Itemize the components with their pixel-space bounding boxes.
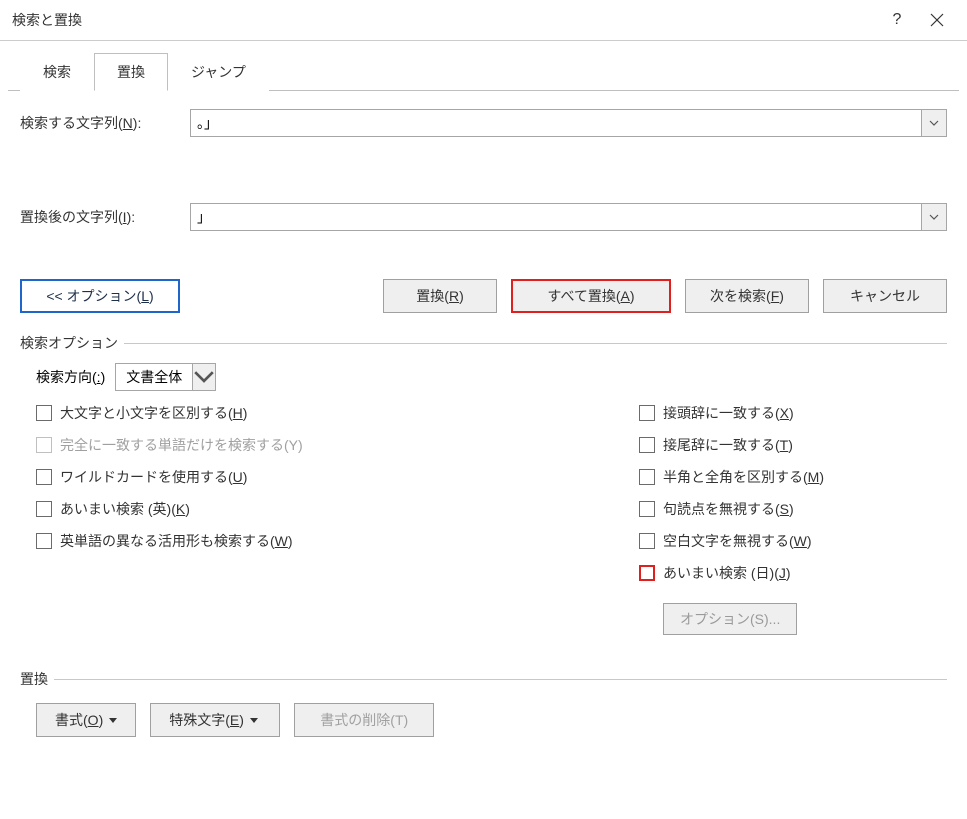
main-button-row: << オプション(L) 置換(R) すべて置換(A) 次を検索(F) キャンセル bbox=[8, 237, 959, 327]
checkbox-icon bbox=[36, 533, 52, 549]
direction-select[interactable]: 文書全体 bbox=[115, 363, 216, 391]
checkbox-icon bbox=[639, 437, 655, 453]
replace-input[interactable] bbox=[190, 203, 921, 231]
tab-replace[interactable]: 置換 bbox=[94, 53, 168, 91]
window-title: 検索と置換 bbox=[12, 10, 877, 30]
titlebar-divider bbox=[0, 40, 967, 41]
search-options-group: 検索オプション 検索方向(:) 文書全体 大文字と小文字を区別する(H) 完全に… bbox=[20, 333, 947, 641]
direction-value: 文書全体 bbox=[115, 363, 192, 391]
chevron-down-icon bbox=[929, 214, 939, 220]
replace-group: 置換 書式(O) 特殊文字(E) 書式の削除(T) bbox=[20, 669, 947, 737]
find-dropdown[interactable] bbox=[921, 109, 947, 137]
wildcards-checkbox[interactable]: ワイルドカードを使用する(U) bbox=[36, 467, 303, 487]
replace-dropdown[interactable] bbox=[921, 203, 947, 231]
options-right-column: 接頭辞に一致する(X) 接尾辞に一致する(T) 半角と全角を区別する(M) 句読… bbox=[639, 403, 939, 635]
match-prefix-checkbox[interactable]: 接頭辞に一致する(X) bbox=[639, 403, 939, 423]
checkbox-icon bbox=[639, 565, 655, 581]
word-forms-checkbox[interactable]: 英単語の異なる活用形も検索する(W) bbox=[36, 531, 303, 551]
chevron-down-icon bbox=[109, 718, 117, 723]
tab-jump[interactable]: ジャンプ bbox=[168, 53, 269, 91]
tab-strip: 検索 置換 ジャンプ bbox=[20, 53, 959, 91]
checkbox-icon bbox=[639, 533, 655, 549]
options-left-column: 大文字と小文字を区別する(H) 完全に一致する単語だけを検索する(Y) ワイルド… bbox=[36, 403, 303, 635]
format-button[interactable]: 書式(O) bbox=[36, 703, 136, 737]
whole-words-checkbox: 完全に一致する単語だけを検索する(Y) bbox=[36, 435, 303, 455]
sounds-like-jp-checkbox[interactable]: あいまい検索 (日)(J) bbox=[639, 563, 939, 583]
checkbox-icon bbox=[36, 469, 52, 485]
checkbox-icon bbox=[639, 405, 655, 421]
replace-row: 置換後の文字列(I): bbox=[20, 203, 947, 231]
help-button[interactable]: ? bbox=[877, 0, 917, 40]
replace-button[interactable]: 置換(R) bbox=[383, 279, 497, 313]
direction-row: 検索方向(:) 文書全体 bbox=[36, 363, 939, 391]
match-case-checkbox[interactable]: 大文字と小文字を区別する(H) bbox=[36, 403, 303, 423]
cancel-button[interactable]: キャンセル bbox=[823, 279, 947, 313]
checkbox-icon bbox=[36, 437, 52, 453]
tab-search[interactable]: 検索 bbox=[20, 53, 94, 91]
replace-all-button[interactable]: すべて置換(A) bbox=[511, 279, 671, 313]
sounds-like-en-checkbox[interactable]: あいまい検索 (英)(K) bbox=[36, 499, 303, 519]
checkbox-icon bbox=[639, 501, 655, 517]
ignore-whitespace-checkbox[interactable]: 空白文字を無視する(W) bbox=[639, 531, 939, 551]
chevron-down-icon bbox=[250, 718, 258, 723]
checkbox-icon bbox=[36, 501, 52, 517]
title-bar: 検索と置換 ? bbox=[0, 0, 967, 40]
checkbox-icon bbox=[36, 405, 52, 421]
replace-label: 置換後の文字列(I): bbox=[20, 207, 190, 227]
chevron-down-icon bbox=[929, 120, 939, 126]
find-next-button[interactable]: 次を検索(F) bbox=[685, 279, 809, 313]
checkbox-icon bbox=[639, 469, 655, 485]
no-formatting-button: 書式の削除(T) bbox=[294, 703, 434, 737]
special-button[interactable]: 特殊文字(E) bbox=[150, 703, 280, 737]
replace-group-title: 置換 bbox=[20, 669, 947, 689]
options-toggle-button[interactable]: << オプション(L) bbox=[20, 279, 180, 313]
find-combo bbox=[190, 109, 947, 137]
jp-options-button: オプション(S)... bbox=[663, 603, 797, 635]
close-icon bbox=[930, 13, 944, 27]
replace-combo bbox=[190, 203, 947, 231]
chevron-down-icon bbox=[193, 370, 215, 383]
ignore-punct-checkbox[interactable]: 句読点を無視する(S) bbox=[639, 499, 939, 519]
find-row: 検索する文字列(N): bbox=[20, 109, 947, 137]
find-label: 検索する文字列(N): bbox=[20, 113, 190, 133]
match-width-checkbox[interactable]: 半角と全角を区別する(M) bbox=[639, 467, 939, 487]
direction-label: 検索方向(:) bbox=[36, 367, 105, 387]
find-input[interactable] bbox=[190, 109, 921, 137]
close-button[interactable] bbox=[917, 0, 957, 40]
direction-dropdown[interactable] bbox=[192, 363, 216, 391]
match-suffix-checkbox[interactable]: 接尾辞に一致する(T) bbox=[639, 435, 939, 455]
search-options-title: 検索オプション bbox=[20, 333, 947, 353]
